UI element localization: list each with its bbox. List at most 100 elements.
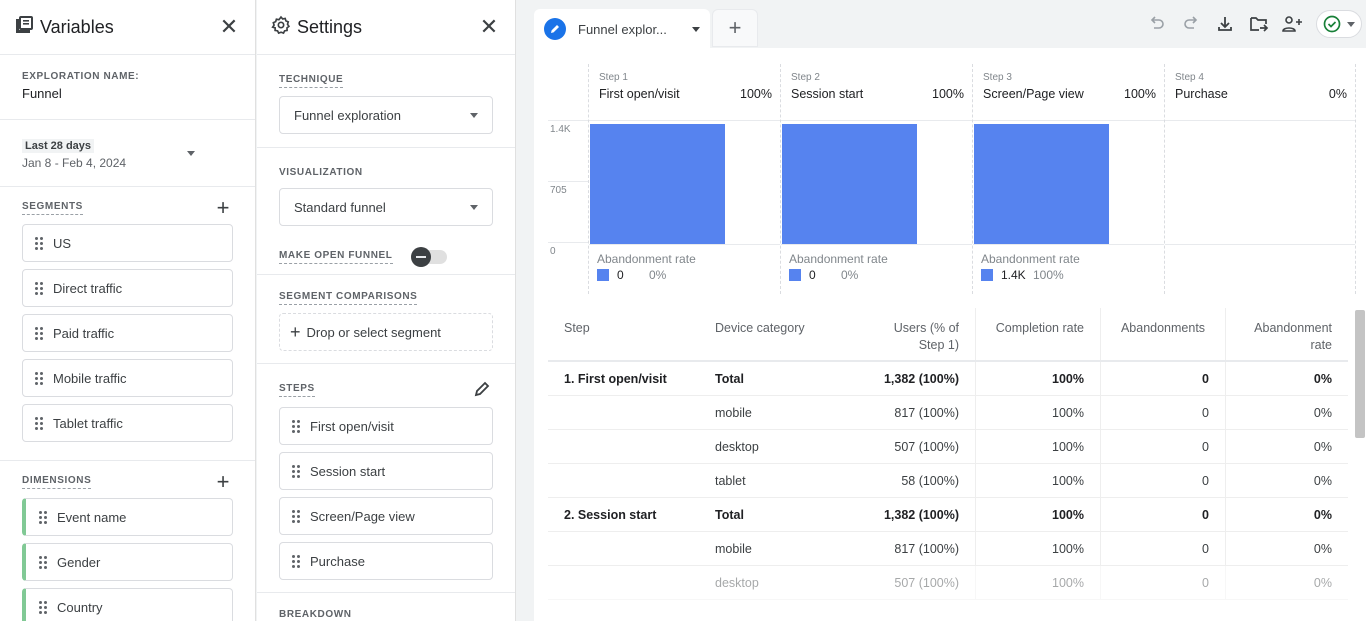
variables-icon xyxy=(14,15,34,40)
close-settings-icon[interactable]: ✕ xyxy=(477,15,501,39)
drag-handle-icon[interactable] xyxy=(35,236,43,250)
col-header-users[interactable]: Users (% of Step 1) xyxy=(852,308,976,360)
table-row[interactable]: 2. Session start Total 1,382 (100%) 100% 0 0% xyxy=(548,498,1348,532)
cell-device: Total xyxy=(715,507,744,522)
add-dimension-icon[interactable]: + xyxy=(213,471,233,493)
step-name: First open/visit xyxy=(599,87,680,101)
save-status-button[interactable] xyxy=(1316,10,1362,38)
dimension-chip-label: Country xyxy=(57,599,103,615)
drag-handle-icon[interactable] xyxy=(39,555,47,569)
open-funnel-label: MAKE OPEN FUNNEL xyxy=(279,250,393,264)
cell-device: mobile xyxy=(715,541,752,556)
funnel-step-column: Step 2 Session start 100% Abandonment rate 0… xyxy=(780,64,972,294)
abandonment-label: Abandonment rate xyxy=(981,252,1080,266)
dimension-chip[interactable]: Country xyxy=(22,588,233,621)
open-funnel-toggle[interactable] xyxy=(410,247,447,267)
exploration-name-label: EXPLORATION NAME: xyxy=(22,71,140,82)
step-chip[interactable]: Purchase xyxy=(279,542,493,580)
table-row[interactable]: 1. First open/visit Total 1,382 (100%) 100%… xyxy=(548,362,1348,396)
drag-handle-icon[interactable] xyxy=(35,371,43,385)
segment-chip[interactable]: US xyxy=(22,224,233,262)
tab-bar: Funnel explor... + xyxy=(516,0,1366,49)
abandonment-count: 0 xyxy=(617,268,624,282)
table-scrollbar[interactable] xyxy=(1355,310,1365,438)
open-funnel-section: MAKE OPEN FUNNEL xyxy=(257,236,515,275)
add-tab-button[interactable]: + xyxy=(712,9,758,47)
step-header-divider xyxy=(781,120,972,121)
exploration-name-input[interactable]: Funnel xyxy=(22,86,233,101)
col-header-abandonment-rate[interactable]: Abandonment rate xyxy=(1226,308,1348,360)
drag-handle-icon[interactable] xyxy=(35,416,43,430)
dimension-chip[interactable]: Event name xyxy=(22,498,233,536)
cell-step xyxy=(548,396,715,429)
segment-dropzone-label: Drop or select segment xyxy=(306,324,441,340)
drag-handle-icon[interactable] xyxy=(292,419,300,433)
step-chip[interactable]: Session start xyxy=(279,452,493,490)
table-row[interactable]: tablet 58 (100%) 100% 0 0% xyxy=(548,464,1348,498)
segment-comparisons-label: SEGMENT COMPARISONS xyxy=(279,291,418,305)
tab-funnel-exploration[interactable]: Funnel explor... xyxy=(534,9,710,49)
dimension-chip[interactable]: Gender xyxy=(22,543,233,581)
drag-handle-icon[interactable] xyxy=(35,281,43,295)
col-header-device[interactable]: Device category xyxy=(715,308,852,360)
abandonment-label: Abandonment rate xyxy=(597,252,696,266)
col-header-step[interactable]: Step xyxy=(548,308,715,360)
drag-handle-icon[interactable] xyxy=(39,510,47,524)
add-segment-icon[interactable]: + xyxy=(213,197,233,219)
table-row[interactable]: mobile 817 (100%) 100% 0 0% xyxy=(548,396,1348,430)
tab-menu-chevron-icon[interactable] xyxy=(692,26,700,32)
step-chip-label: Session start xyxy=(310,463,386,479)
funnel-chart: 1.4K 705 0 Step 1 First open/visit 100% Abando… xyxy=(548,64,1356,294)
col-header-completion[interactable]: Completion rate xyxy=(976,308,1101,360)
segment-chip[interactable]: Direct traffic xyxy=(22,269,233,307)
abandonment-rate: 100% xyxy=(1033,268,1064,282)
cell-completion: 100% xyxy=(976,396,1101,429)
segment-chip[interactable]: Paid traffic xyxy=(22,314,233,352)
segment-chip[interactable]: Mobile traffic xyxy=(22,359,233,397)
cell-abandonments: 0 xyxy=(1101,532,1226,565)
cell-users: 1,382 (100%) xyxy=(852,498,976,531)
step-completion-pct: 100% xyxy=(932,87,964,101)
drag-handle-icon[interactable] xyxy=(39,600,47,614)
table-row[interactable]: desktop 507 (100%) 100% 0 0% xyxy=(548,430,1348,464)
step-chip[interactable]: Screen/Page view xyxy=(279,497,493,535)
close-variables-icon[interactable]: ✕ xyxy=(217,15,241,39)
cell-abandonment-rate: 0% xyxy=(1313,439,1332,454)
edit-steps-icon[interactable] xyxy=(473,380,493,400)
segment-chip[interactable]: Tablet traffic xyxy=(22,404,233,442)
technique-select[interactable]: Funnel exploration xyxy=(279,96,493,134)
undo-icon[interactable] xyxy=(1146,13,1168,35)
abandonment-count: 1.4K xyxy=(1001,268,1026,282)
step-header-divider xyxy=(973,120,1164,121)
step-chip[interactable]: First open/visit xyxy=(279,407,493,445)
toggle-knob xyxy=(410,247,431,267)
segment-chip-label: Direct traffic xyxy=(53,280,123,296)
drag-handle-icon[interactable] xyxy=(292,554,300,568)
drag-handle-icon[interactable] xyxy=(35,326,43,340)
download-icon[interactable] xyxy=(1214,13,1236,35)
drag-handle-icon[interactable] xyxy=(292,464,300,478)
date-range-label: Last 28 days xyxy=(22,139,95,153)
table-row[interactable]: desktop 507 (100%) 100% 0 0% xyxy=(548,566,1348,600)
date-range-picker[interactable]: Last 28 days Jan 8 - Feb 4, 2024 xyxy=(0,120,255,187)
drag-handle-icon[interactable] xyxy=(292,509,300,523)
funnel-bar[interactable] xyxy=(974,124,1109,244)
table-row[interactable]: mobile 817 (100%) 100% 0 0% xyxy=(548,532,1348,566)
segment-chip-label: US xyxy=(53,235,72,251)
visualization-select[interactable]: Standard funnel xyxy=(279,188,493,226)
tab-label: Funnel explor... xyxy=(578,21,667,37)
funnel-bar[interactable] xyxy=(782,124,917,244)
col-header-abandonments[interactable]: Abandonments xyxy=(1101,308,1226,360)
segment-dropzone[interactable]: + Drop or select segment xyxy=(279,313,493,351)
cell-abandonments: 0 xyxy=(1101,566,1226,599)
step-header-divider xyxy=(589,120,780,121)
cell-step xyxy=(548,430,715,463)
dimension-chip-label: Gender xyxy=(57,554,101,570)
funnel-bar[interactable] xyxy=(590,124,725,244)
step-number: Step 2 xyxy=(791,72,820,83)
chevron-down-icon[interactable] xyxy=(187,150,195,156)
step-chip-label: Purchase xyxy=(310,553,365,569)
share-user-icon[interactable] xyxy=(1282,13,1304,35)
move-to-folder-icon[interactable] xyxy=(1248,13,1270,35)
redo-icon[interactable] xyxy=(1180,13,1202,35)
